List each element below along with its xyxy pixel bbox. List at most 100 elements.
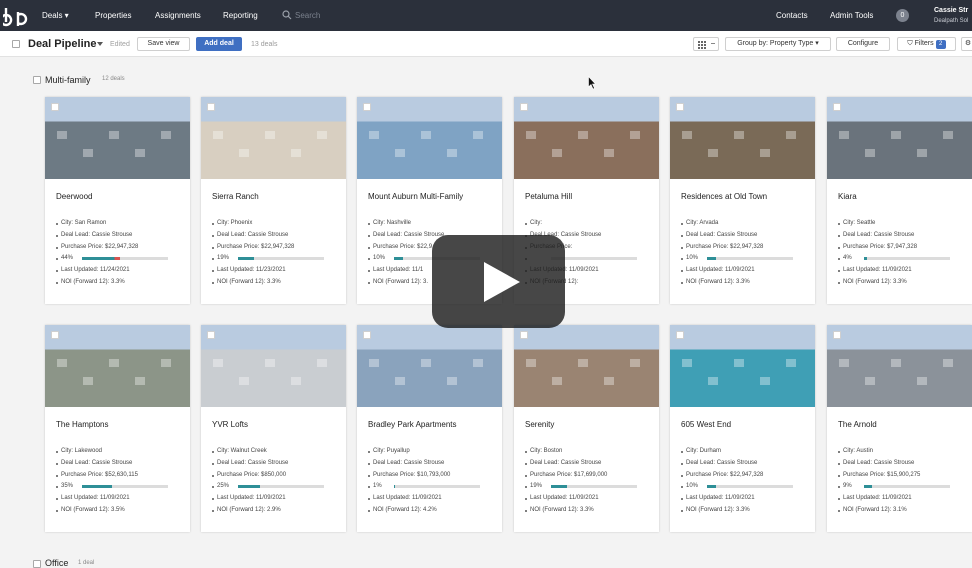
deal-card[interactable]: Residences at Old Town City: Arvada Deal L… [670, 97, 815, 304]
section-title-office[interactable]: Office [45, 558, 68, 568]
card-detail-line: City: Lakewood [56, 448, 186, 460]
property-image[interactable] [201, 97, 346, 179]
top-nav: Deals ▾ Properties Assignments Reporting… [0, 0, 972, 31]
card-checkbox[interactable] [520, 331, 528, 339]
nav-admin-tools[interactable]: Admin Tools [830, 11, 873, 20]
card-checkbox[interactable] [520, 103, 528, 111]
window-decoration [786, 359, 796, 367]
card-checkbox[interactable] [676, 103, 684, 111]
section-title[interactable]: Multi-family [45, 75, 91, 85]
nav-assignments[interactable]: Assignments [155, 11, 201, 20]
card-title[interactable]: Sierra Ranch [212, 192, 259, 201]
card-checkbox[interactable] [363, 103, 371, 111]
window-decoration [265, 359, 275, 367]
deal-card[interactable]: YVR Lofts City: Walnut Creek Deal Lead: Ca… [201, 325, 346, 532]
card-title[interactable]: Deerwood [56, 192, 92, 201]
filter-icon: ⛉ [907, 40, 913, 47]
card-title[interactable]: YVR Lofts [212, 420, 248, 429]
card-detail-line: Last Updated: 11/09/2021 [525, 495, 655, 507]
card-detail-line: Last Updated: 11/09/2021 [56, 495, 186, 507]
card-checkbox[interactable] [676, 331, 684, 339]
window-decoration [786, 131, 796, 139]
property-image[interactable] [670, 97, 815, 179]
property-image[interactable] [670, 325, 815, 407]
card-title[interactable]: Serenity [525, 420, 554, 429]
grid-view-icon[interactable] [693, 37, 719, 51]
card-detail-line: NOI (Forward 12): 3.3% [838, 279, 968, 291]
user-name[interactable]: Cassie Str [934, 7, 968, 14]
card-title[interactable]: Kiara [838, 192, 857, 201]
add-deal-button[interactable]: Add deal [196, 37, 242, 51]
card-title[interactable]: 605 West End [681, 420, 731, 429]
deal-card[interactable]: Kiara City: Seattle Deal Lead: Cassie Stro… [827, 97, 972, 304]
card-title[interactable]: Bradley Park Apartments [368, 420, 456, 429]
deal-card[interactable]: Deerwood City: San Ramon Deal Lead: Cassie… [45, 97, 190, 304]
chevron-down-icon[interactable] [97, 42, 103, 46]
save-view-button[interactable]: Save view [137, 37, 190, 51]
deal-card[interactable]: Sierra Ranch City: Phoenix Deal Lead: Cass… [201, 97, 346, 304]
settings-button[interactable]: ⚙ [961, 37, 972, 51]
card-detail-text: Purchase Price: $850,000 [217, 471, 287, 478]
progress-fill [707, 485, 716, 489]
select-all-checkbox[interactable] [12, 40, 20, 48]
property-image[interactable] [201, 325, 346, 407]
nav-reporting[interactable]: Reporting [223, 11, 258, 20]
card-checkbox[interactable] [833, 331, 841, 339]
window-decoration [473, 131, 483, 139]
card-detail-line: Purchase Price: $850,000 [212, 472, 342, 484]
property-image[interactable] [45, 325, 190, 407]
section-checkbox-office[interactable] [33, 560, 41, 568]
progress-fill [82, 257, 120, 261]
card-detail-line: Purchase Price: $7,947,328 [838, 244, 968, 256]
property-image[interactable] [514, 97, 659, 179]
nav-contacts[interactable]: Contacts [776, 11, 808, 20]
dp-logo-icon[interactable] [3, 4, 29, 28]
deal-card[interactable]: Serenity City: Boston Deal Lead: Cassie St… [514, 325, 659, 532]
page-title[interactable]: Deal Pipeline [28, 38, 96, 50]
card-title[interactable]: Mount Auburn Multi-Family [368, 192, 463, 201]
card-checkbox[interactable] [363, 331, 371, 339]
card-detail-text: NOI (Forward 12): 3.5% [61, 506, 125, 513]
card-detail-line: Deal Lead: Cassie Strouse [56, 232, 186, 244]
card-detail-line: City: Boston [525, 448, 655, 460]
deal-card[interactable]: The Arnold City: Austin Deal Lead: Cassie … [827, 325, 972, 532]
card-detail-text: City: Durham [686, 448, 722, 454]
play-icon[interactable] [484, 262, 520, 302]
progress-fill [551, 485, 568, 489]
filters-button[interactable]: ⛉ Filters 2 [897, 37, 956, 51]
group-by-dropdown[interactable]: Group by: Property Type ▾ [725, 37, 831, 51]
card-checkbox[interactable] [51, 103, 59, 111]
notification-badge[interactable]: 0 [896, 9, 909, 22]
card-title[interactable]: The Arnold [838, 420, 877, 429]
search-icon [282, 10, 292, 20]
property-image[interactable] [45, 97, 190, 179]
window-decoration [578, 131, 588, 139]
progress-bar [864, 257, 950, 261]
property-image[interactable] [514, 325, 659, 407]
search-input[interactable]: Search [295, 11, 320, 20]
nav-deals[interactable]: Deals ▾ [42, 11, 69, 20]
card-checkbox[interactable] [207, 331, 215, 339]
card-title[interactable]: Petaluma Hill [525, 192, 572, 201]
card-title[interactable]: Residences at Old Town [681, 192, 767, 201]
card-checkbox[interactable] [51, 331, 59, 339]
card-detail-line: Last Updated: 11/09/2021 [368, 495, 498, 507]
deal-card[interactable]: 605 West End City: Durham Deal Lead: Cassi… [670, 325, 815, 532]
nav-properties[interactable]: Properties [95, 11, 131, 20]
card-title[interactable]: The Hamptons [56, 420, 108, 429]
window-decoration [421, 131, 431, 139]
property-image[interactable] [827, 97, 972, 179]
card-checkbox[interactable] [207, 103, 215, 111]
property-image[interactable] [827, 325, 972, 407]
section-checkbox[interactable] [33, 76, 41, 84]
deal-card[interactable]: The Hamptons City: Lakewood Deal Lead: Cas… [45, 325, 190, 532]
card-detail-text: City: Puyallup [373, 448, 410, 454]
configure-button[interactable]: Configure [836, 37, 890, 51]
card-checkbox[interactable] [833, 103, 841, 111]
card-detail-text: NOI (Forward 12): 3.3% [686, 506, 750, 513]
card-detail-line: Purchase Price: $52,630,115 [56, 472, 186, 484]
property-image[interactable] [357, 97, 502, 179]
deal-card[interactable]: Bradley Park Apartments City: Puyallup Dea… [357, 325, 502, 532]
window-decoration [917, 149, 927, 157]
property-image[interactable] [357, 325, 502, 407]
